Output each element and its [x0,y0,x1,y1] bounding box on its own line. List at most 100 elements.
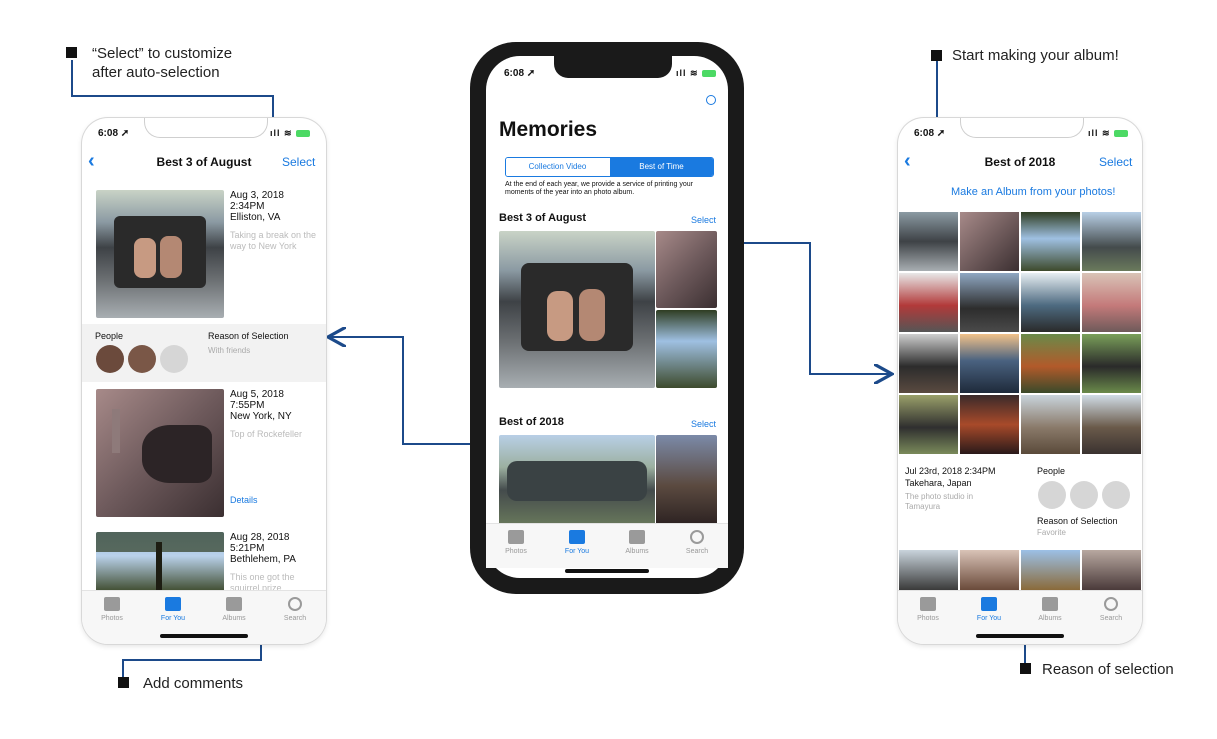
photo-detail [547,291,573,341]
reason-label: Reason of Selection [208,331,289,341]
tab-photos[interactable]: Photos [898,597,958,622]
tab-for-you[interactable]: For You [959,597,1019,622]
photo-binocular[interactable] [96,389,224,517]
section-select-button[interactable]: Select [691,215,716,225]
search-icon[interactable] [706,95,716,105]
grid-photo[interactable] [1082,273,1141,332]
grid-photo[interactable] [1082,550,1141,590]
avatar-placeholder[interactable] [1070,481,1098,509]
grid-photo[interactable] [1021,334,1080,393]
memories-description: At the end of each year, we provide a se… [505,181,693,196]
status-icons: ıll ≋ [1088,128,1129,139]
grid-photo[interactable] [960,395,1019,454]
for-you-icon [165,597,181,611]
avatar[interactable] [96,345,124,373]
status-time: 6:08 ➚ [504,68,536,79]
tab-for-you[interactable]: For You [143,597,203,622]
avatar-placeholder[interactable] [1038,481,1066,509]
select-button[interactable]: Select [282,155,315,169]
photo-place: Takehara, Japan [905,478,972,488]
photo-car-trunk[interactable] [499,231,655,388]
avatar[interactable] [128,345,156,373]
tab-photos[interactable]: Photos [486,530,546,555]
grid-photo[interactable] [960,212,1019,271]
reason-value: With friends [208,346,251,355]
photo-detail [160,236,182,278]
grid-photo[interactable] [960,334,1019,393]
annotation-bullet [118,677,129,688]
status-time: 6:08 ➚ [98,128,130,139]
grid-photo[interactable] [1021,212,1080,271]
battery-icon [1114,130,1129,138]
people-label: People [1037,466,1066,476]
tab-search[interactable]: Search [265,597,325,622]
entry-date: Aug 3, 2018 [230,190,284,201]
grid-photo[interactable] [899,550,958,590]
tab-search[interactable]: Search [1081,597,1141,622]
grid-photo[interactable] [1021,550,1080,590]
photo-detail [579,289,605,341]
tab-photos[interactable]: Photos [82,597,142,622]
grid-photo[interactable] [899,395,958,454]
photo-group[interactable] [499,435,655,527]
select-button[interactable]: Select [1099,155,1132,169]
tab-bar: Photos For You Albums Search [486,523,728,568]
grid-photo[interactable] [899,273,958,332]
make-album-link[interactable]: Make an Album from your photos! [951,186,1115,198]
photo-detail [156,542,162,592]
photos-icon [508,530,524,544]
grid-photo[interactable] [899,212,958,271]
photos-icon [920,597,936,611]
grid-photo[interactable] [1021,395,1080,454]
right-phone: 6:08 ➚ ıll ≋ ‹ Best of 2018 Select Make … [898,118,1142,644]
annotation-bullet [66,47,77,58]
grid-photo[interactable] [1082,212,1141,271]
tab-search[interactable]: Search [667,530,727,555]
grid-photo[interactable] [1082,395,1141,454]
photo-detail [142,425,212,483]
photo-detail [112,409,120,453]
grid-photo[interactable] [960,550,1019,590]
segment-collection-video[interactable]: Collection Video [506,158,609,176]
home-indicator [160,634,248,638]
tab-for-you[interactable]: For You [547,530,607,555]
grid-photo[interactable] [1082,334,1141,393]
entry-place: Elliston, VA [230,212,281,223]
phone-notch [554,56,672,78]
photo-tree[interactable] [96,532,224,592]
status-icons: ıll ≋ [676,68,717,79]
tab-albums[interactable]: Albums [1020,597,1080,622]
reason-label: Reason of Selection [1037,516,1118,526]
photo-detail [507,461,647,501]
nav-bar: ‹ Best 3 of August Select [82,148,326,176]
segment-best-of-time[interactable]: Best of Time [610,158,713,176]
tab-albums[interactable]: Albums [204,597,264,622]
tab-albums[interactable]: Albums [607,530,667,555]
annotation-bullet [931,50,942,61]
home-indicator [976,634,1064,638]
entry-time: 7:55PM [230,400,265,411]
search-icon [288,597,302,611]
photo-binocular[interactable] [656,231,717,308]
grid-photo[interactable] [960,273,1019,332]
entry-time: 5:21PM [230,543,265,554]
segmented-control: Collection Video Best of Time [505,157,714,177]
details-link[interactable]: Details [230,495,258,505]
grid-photo[interactable] [1021,273,1080,332]
annotation-select: “Select” to customize after auto-selecti… [92,44,232,82]
people-label: People [95,331,124,341]
section-select-button[interactable]: Select [691,419,716,429]
avatar-placeholder[interactable] [1102,481,1130,509]
entry-meta: Aug 5, 2018 7:55PM New York, NY Top of R… [230,389,322,440]
annotation-select-line2: after auto-selection [92,64,220,81]
annotation-start-album: Start making your album! [952,47,1119,64]
status-time: 6:08 ➚ [914,128,946,139]
entry-place: New York, NY [230,411,292,422]
for-you-icon [569,530,585,544]
photo-car-trunk[interactable] [96,190,224,318]
photo-pagoda[interactable] [656,435,717,527]
photo-tree[interactable] [656,310,717,388]
grid-photo[interactable] [899,334,958,393]
avatar-placeholder[interactable] [160,345,188,373]
photo-detail [134,238,156,278]
